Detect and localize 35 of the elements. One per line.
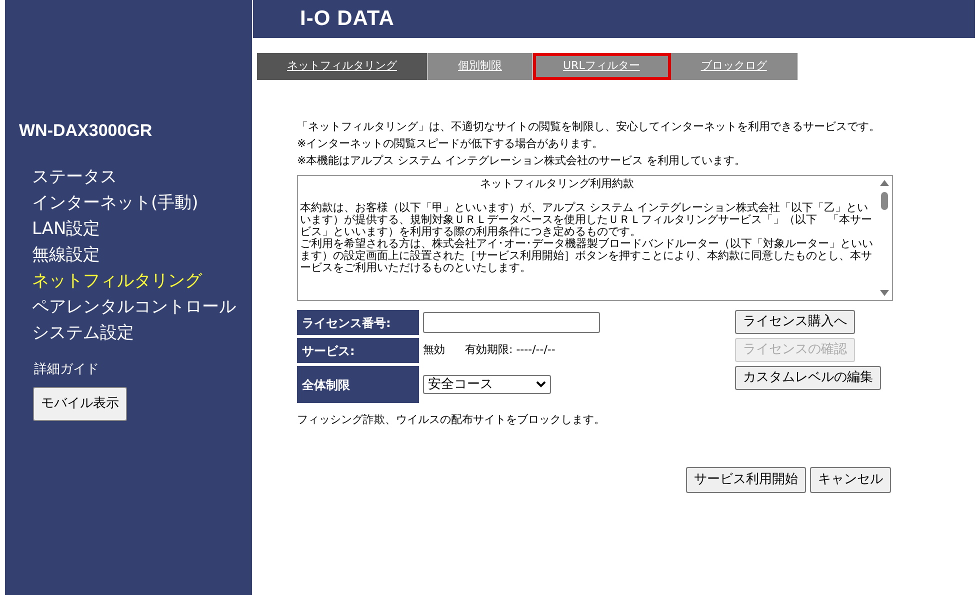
- nav-item[interactable]: ネットフィルタリング: [32, 268, 252, 294]
- form-button[interactable]: キャンセル: [810, 466, 891, 492]
- service-status: 無効: [423, 342, 445, 358]
- service-label: サービス:: [297, 338, 419, 363]
- action-button[interactable]: カスタムレベルの編集: [735, 366, 881, 390]
- restriction-dropdown[interactable]: 安全コース: [423, 375, 551, 394]
- intro-text: 「ネットフィルタリング」は、不適切なサイトの閲覧を制限し、安心してインターネットを利用できるサービスです。: [297, 119, 881, 135]
- restriction-description: フィッシング詐欺、ウイルスの配布サイトをブロックします。: [297, 412, 606, 428]
- tab[interactable]: ネットフィルタリング: [257, 53, 428, 80]
- nav-item[interactable]: インターネット(手動): [32, 190, 252, 216]
- license-input[interactable]: [423, 312, 600, 333]
- model-name: WN-DAX3000GR: [19, 120, 154, 142]
- scroll-up-icon[interactable]: [880, 180, 888, 186]
- intro-text: ※インターネットの閲覧スピードが低下する場合があります。: [297, 136, 604, 152]
- nav-item[interactable]: ステータス: [32, 164, 252, 190]
- terms-title: ネットフィルタリング利用約款: [479, 178, 635, 190]
- nav-item[interactable]: LAN設定: [32, 216, 252, 242]
- terms-paragraph: ご利用を希望される方は、株式会社アイ･オー･データ機器製ブロードバンドルーター（以下「対象ルーター」といいます）の設定画面上に設置された［サービス利用開始］ボタンを押すことにより、本約款に同意したものとし、本サービスをご利用いただけるものといたします。: [300, 238, 874, 274]
- nav-item[interactable]: システム設定: [32, 320, 252, 346]
- intro-text: ※本機能はアルプス システム インテグレーション株式会社のサービス を利用しています。: [297, 153, 747, 169]
- expiry-date: 有効期限: ----/--/--: [465, 342, 556, 358]
- form-button[interactable]: サービス利用開始: [686, 466, 806, 492]
- scrollbar-thumb[interactable]: [880, 192, 888, 210]
- scroll-down-icon[interactable]: [880, 290, 888, 296]
- guide-link[interactable]: 詳細ガイド: [19, 360, 252, 379]
- nav-item[interactable]: ペアレンタルコントロール: [32, 294, 252, 320]
- action-button[interactable]: ライセンス購入へ: [735, 310, 855, 334]
- terms-paragraph: 本約款は、お客様（以下「甲」といいます）が、アルプス システム インテグレーション株式会社「以下「乙」といいます）が提供する、規制対象ＵＲＬデータベースを使用したＵＲＬフィルタリングサービス「」（以下 「本サービス」といいます）を利用する際の利用条件につき定めるものです。: [300, 202, 873, 238]
- chevron-down-icon: [536, 381, 546, 388]
- terms-textarea[interactable]: [297, 175, 893, 301]
- nav-item[interactable]: 無線設定: [32, 242, 252, 268]
- restriction-label: 全体制限: [297, 366, 419, 403]
- mobile-view-button[interactable]: モバイル表示: [33, 387, 127, 420]
- license-label: ライセンス番号:: [297, 310, 419, 335]
- logo: I-O DATA: [300, 6, 394, 32]
